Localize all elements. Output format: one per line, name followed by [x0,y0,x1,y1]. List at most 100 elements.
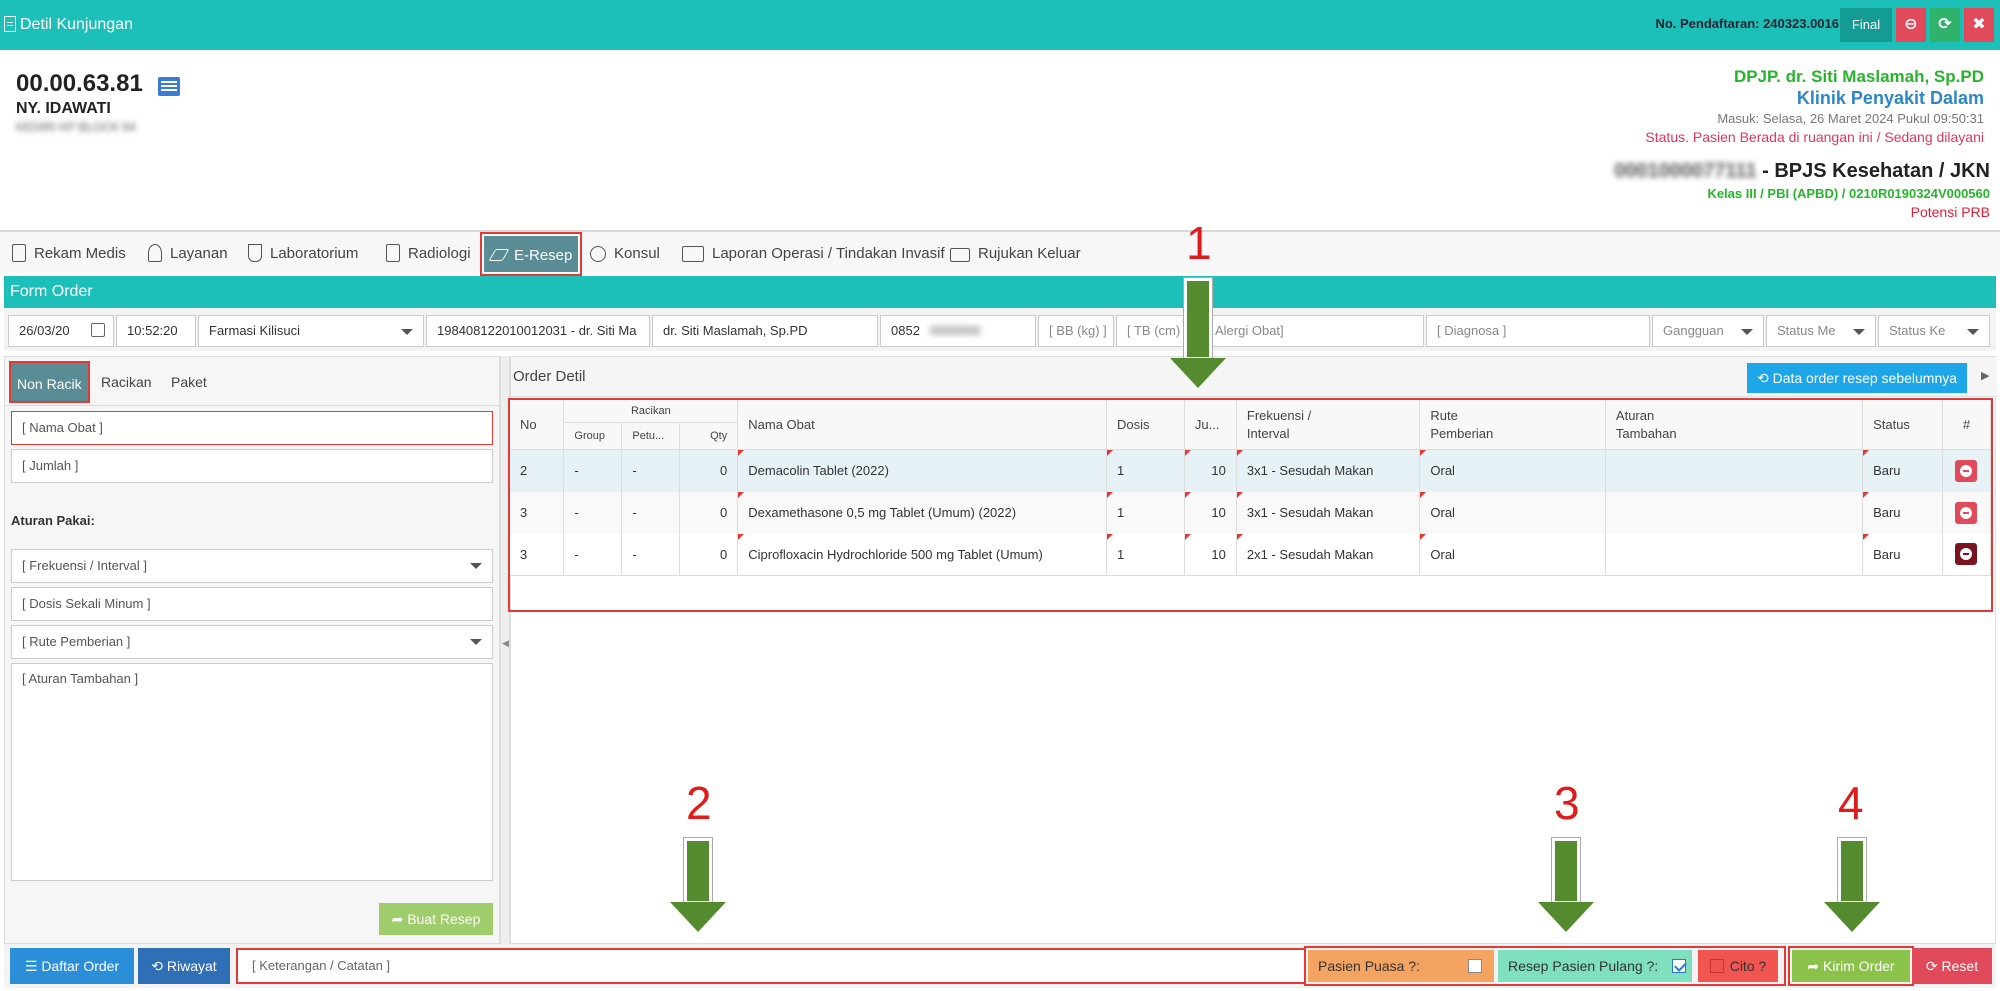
history-icon: ⟲ [1756,370,1769,386]
annotation-number-4: 4 [1838,777,1864,829]
jumlah-input[interactable]: [ Jumlah ] [11,449,493,483]
annotation-number-3: 3 [1554,777,1580,829]
patient-address: KEDIRI KP BLOCK 64 [16,120,136,134]
form-order-header: Form Order [4,276,1996,308]
clinic-name: Klinik Penyakit Dalam [1796,88,1984,108]
order-info-row: 26/03/20 10:52:20 Farmasi Kilisuci 19840… [4,309,1996,351]
order-table-wrapper: No Racikan Nama Obat Dosis Ju... Frekuen… [508,398,1993,612]
drug-name-cell[interactable]: Dexamethasone 0,5 mg Tablet (Umum) (2022… [737,491,1108,534]
history-icon: ⟲ [151,958,164,974]
chevron-down-icon [1853,329,1865,335]
document-icon [4,16,16,32]
order-table: No Racikan Nama Obat Dosis Ju... Frekuen… [510,400,1992,576]
order-options: Pasien Puasa ?: Resep Pasien Pulang ?: C… [1304,946,1786,986]
refresh-icon[interactable]: ⟳ [1930,8,1960,42]
table-row[interactable]: 3 - - 0 Ciprofloxacin Hydrochloride 500 … [510,533,1992,576]
patient-id: 00.00.63.81 [16,70,143,97]
table-row[interactable]: 2 - - 0 Demacolin Tablet (2022) 1 10 3x1… [510,449,1992,492]
patient-name: NY. IDAWATI [16,100,111,117]
delete-icon[interactable] [1955,459,1978,482]
tab-laboratorium[interactable]: Laboratorium [248,232,358,276]
kirim-order-button[interactable]: ➦ Kirim Order [1792,950,1910,982]
data-order-sebelumnya-button[interactable]: ⟲ Data order resep sebelumnya [1747,363,1967,393]
order-detail-panel: Order Detil ⟲ Data order resep sebelumny… [508,356,1997,944]
list-icon[interactable] [158,77,180,96]
buat-resep-button[interactable]: ➦ Buat Resep [379,903,493,935]
main-tabs: Rekam Medis Layanan Laboratorium Radiolo… [0,230,2000,276]
calendar-icon[interactable] [91,323,105,337]
cito-checkbox[interactable] [1709,959,1724,973]
order-time-input[interactable]: 10:52:20 [116,315,196,347]
patient-status: Status. Pasien Berada di ruangan ini / S… [1645,129,1984,145]
wheelchair-icon [590,246,606,262]
chevron-down-icon [470,563,482,569]
insurance-info: 0001000077111 - BPJS Kesehatan / JKN [1614,160,1990,183]
report-icon [682,246,704,262]
tab-laporan-operasi[interactable]: Laporan Operasi / Tindakan Invasif [682,232,945,276]
xray-icon [386,244,400,262]
prb-potential: Potensi PRB [1910,204,1990,220]
bb-input[interactable]: [ BB (kg) ] [1038,315,1114,347]
insurance-name: - BPJS Kesehatan / JKN [1756,160,1990,182]
document-icon [12,244,26,262]
diagnosa-input[interactable]: [ Diagnosa ] [1426,315,1650,347]
subtab-non-racik[interactable]: Non Racik [9,361,90,403]
eraser-icon [488,249,510,261]
final-button[interactable]: Final [1840,8,1892,42]
reset-button[interactable]: ⟳ Reset [1912,948,1992,984]
bottom-action-bar: ☰ Daftar Order ⟲ Riwayat [ Keterangan / … [4,944,1996,988]
chevron-right-icon[interactable]: ▶ [1981,369,1989,382]
close-icon[interactable]: ✖ [1964,8,1994,42]
alergi-input[interactable]: Alergi Obat] [1204,315,1424,347]
resep-pulang-checkbox[interactable] [1672,959,1687,973]
riwayat-button[interactable]: ⟲ Riwayat [138,948,230,984]
aturan-pakai-label: Aturan Pakai: [11,513,95,528]
title-bar: Detil Kunjungan No. Pendaftaran: 240323.… [0,0,2000,50]
envelope-icon [950,248,970,262]
chevron-down-icon [401,329,413,335]
frekuensi-select[interactable]: [ Frekuensi / Interval ] [11,549,493,583]
subtab-racikan[interactable]: Racikan [95,361,158,403]
doctor-nip-input[interactable]: 198408122010012031 - dr. Siti Ma [426,315,650,347]
status-k-select[interactable]: Status Ke [1878,315,1990,347]
kirim-order-wrapper: ➦ Kirim Order [1788,946,1914,986]
doctor-name-input[interactable]: dr. Siti Maslamah, Sp.PD [652,315,878,347]
table-row[interactable]: 3 - - 0 Dexamethasone 0,5 mg Tablet (Umu… [510,491,1992,534]
tab-e-resep[interactable]: E-Resep [480,232,582,276]
annotation-number-2: 2 [686,777,712,829]
status-m-select[interactable]: Status Me [1766,315,1876,347]
minus-icon[interactable]: ⊖ [1896,8,1926,42]
aturan-tambahan-textarea[interactable]: [ Aturan Tambahan ] [11,663,493,881]
order-date-input[interactable]: 26/03/20 [8,315,114,347]
gangguan-select[interactable]: Gangguan [1652,315,1764,347]
cito-toggle[interactable]: Cito ? [1698,950,1778,982]
farmasi-select[interactable]: Farmasi Kilisuci [198,315,424,347]
subtab-paket[interactable]: Paket [165,361,213,403]
tab-radiologi[interactable]: Radiologi [386,232,471,276]
order-detail-title: Order Detil [513,368,586,385]
tab-rekam-medis[interactable]: Rekam Medis [12,232,126,276]
pasien-puasa-checkbox[interactable] [1467,959,1482,973]
annotation-number-1: 1 [1186,217,1212,269]
order-detail-header: Order Detil ⟲ Data order resep sebelumny… [511,357,1997,397]
tab-konsul[interactable]: Konsul [590,232,660,276]
chevron-down-icon [1967,329,1979,335]
drug-name-cell[interactable]: Demacolin Tablet (2022) [737,449,1108,492]
keterangan-input[interactable]: [ Keterangan / Catatan ] [236,948,1306,984]
doctor-icon [148,244,162,262]
resep-pulang-toggle[interactable]: Resep Pasien Pulang ?: [1498,950,1692,982]
nama-obat-input[interactable]: [ Nama Obat ] [11,411,493,445]
registration-number: No. Pendaftaran: 240323.0016 [1655,16,1839,31]
drug-entry-panel: Non Racik Racikan Paket [ Nama Obat ] [ … [4,356,500,944]
drug-name-cell[interactable]: Ciprofloxacin Hydrochloride 500 mg Table… [737,533,1108,576]
phone-input[interactable]: 0852 0000000 [880,315,1036,347]
delete-icon[interactable] [1955,543,1978,566]
dosis-input[interactable]: [ Dosis Sekali Minum ] [11,587,493,621]
delete-icon[interactable] [1955,501,1978,524]
tab-rujukan-keluar[interactable]: Rujukan Keluar [950,232,1081,276]
tab-layanan[interactable]: Layanan [148,232,228,276]
daftar-order-button[interactable]: ☰ Daftar Order [10,948,134,984]
pasien-puasa-toggle[interactable]: Pasien Puasa ?: [1308,950,1494,982]
rute-select[interactable]: [ Rute Pemberian ] [11,625,493,659]
insurance-class: Kelas III / PBI (APBD) / 0210R0190324V00… [1707,186,1990,201]
